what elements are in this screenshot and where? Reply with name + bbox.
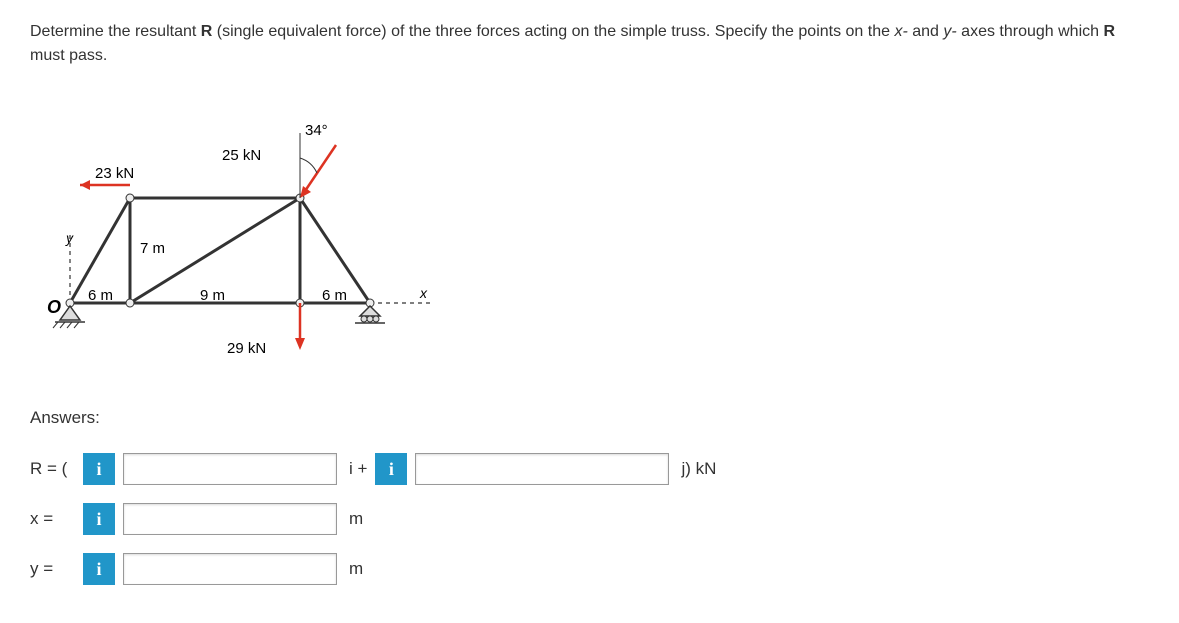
info-icon[interactable]: i (83, 503, 115, 535)
info-icon[interactable]: i (83, 553, 115, 585)
dim-6m-left-label: 6 m (88, 287, 113, 304)
x-axis-label: x (419, 285, 428, 301)
dim-6m-right-label: 6 m (322, 287, 347, 304)
truss-diagram: y x (30, 98, 450, 378)
angle-label: 34° (305, 122, 328, 139)
y-label: y = (30, 559, 75, 579)
r-unit-label: j) kN (681, 459, 716, 479)
answer-row-y: y = i m (30, 553, 1149, 585)
y-unit-label: m (349, 559, 363, 579)
y-input[interactable] (123, 553, 337, 585)
force-23-label: 23 kN (95, 165, 134, 182)
info-icon[interactable]: i (375, 453, 407, 485)
problem-statement: Determine the resultant R (single equiva… (30, 20, 1149, 68)
dim-9m-label: 9 m (200, 287, 225, 304)
answers-header: Answers: (30, 408, 1149, 428)
r-label: R = ( (30, 459, 75, 479)
y-axis-label: y (65, 230, 74, 246)
dim-7m-label: 7 m (140, 240, 165, 257)
info-icon[interactable]: i (83, 453, 115, 485)
r-j-input[interactable] (415, 453, 669, 485)
answer-row-r: R = ( i i + i j) kN (30, 453, 1149, 485)
force-29-label: 29 kN (227, 340, 266, 357)
r-mid-label: i + (349, 459, 367, 479)
x-unit-label: m (349, 509, 363, 529)
x-label: x = (30, 509, 75, 529)
answer-row-x: x = i m (30, 503, 1149, 535)
origin-label: O (47, 297, 61, 317)
r-i-input[interactable] (123, 453, 337, 485)
force-25-label: 25 kN (222, 147, 261, 164)
x-input[interactable] (123, 503, 337, 535)
